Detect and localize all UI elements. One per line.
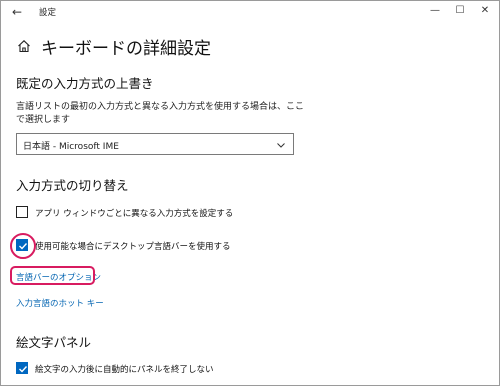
per-app-input-label: アプリ ウィンドウごとに異なる入力方式を設定する <box>35 209 234 219</box>
chevron-down-icon <box>277 143 285 148</box>
switch-section-heading: 入力方式の切り替え <box>16 178 129 193</box>
minimize-button[interactable]: — <box>423 2 447 20</box>
override-section-heading: 既定の入力方式の上書き <box>16 76 154 91</box>
annotation-box <box>10 266 95 285</box>
title-bar: ← 設定 — ☐ ✕ <box>1 1 499 23</box>
desktop-langbar-label: 使用可能な場合にデスクトップ言語バーを使用する <box>35 242 231 252</box>
page-title: キーボードの詳細設定 <box>41 39 211 59</box>
window-title: 設定 <box>39 8 57 18</box>
maximize-button[interactable]: ☐ <box>448 2 472 20</box>
settings-window: ← 設定 — ☐ ✕ キーボードの詳細設定 既定の入力方式の上書き 言語リストの… <box>0 0 500 386</box>
emoji-autoclose-label: 絵文字の入力後に自動的にパネルを終了しない <box>35 365 214 375</box>
input-method-dropdown[interactable]: 日本語 - Microsoft IME <box>16 133 294 155</box>
annotation-circle <box>10 233 36 259</box>
home-icon[interactable] <box>17 39 31 53</box>
per-app-input-checkbox[interactable] <box>16 206 28 218</box>
input-language-hotkeys-link[interactable]: 入力言語のホット キー <box>16 297 104 309</box>
emoji-section-heading: 絵文字パネル <box>16 335 92 350</box>
checkmark-icon <box>19 366 28 373</box>
emoji-autoclose-checkbox[interactable] <box>16 362 28 374</box>
dropdown-selected-value: 日本語 - Microsoft IME <box>23 142 119 152</box>
back-arrow-icon[interactable]: ← <box>7 4 27 20</box>
close-button[interactable]: ✕ <box>473 2 497 20</box>
override-description: 言語リストの最初の入力方式と異なる入力方式を使用する場合は、ここで選択します <box>16 102 305 125</box>
